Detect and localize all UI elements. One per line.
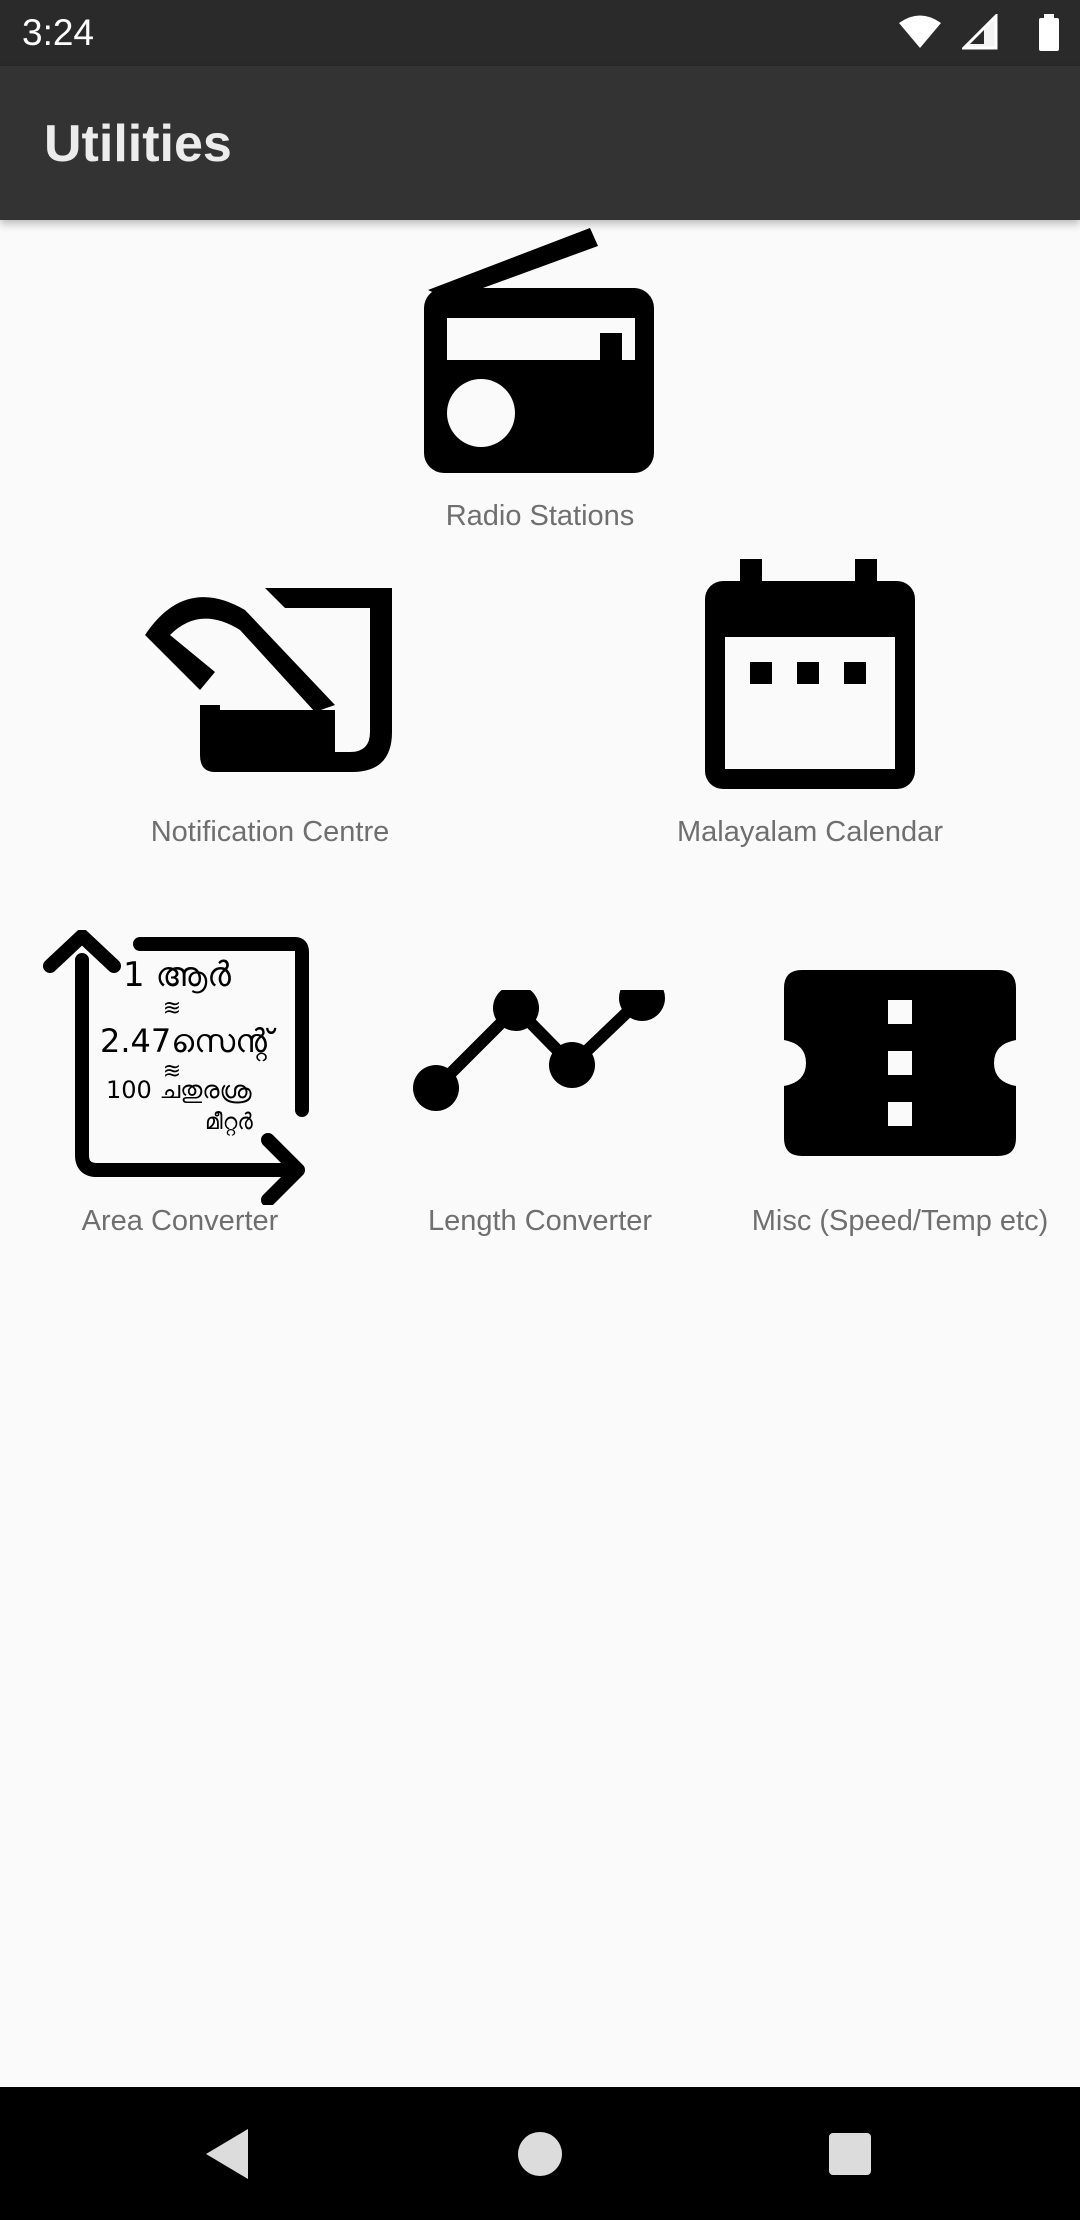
line-chart-icon [413,990,665,1111]
tile-label: Malayalam Calendar [677,816,943,848]
radio-icon [424,228,654,473]
area-line-3: 100 ചതുരശ്ര [106,1076,252,1104]
tile-notification-centre[interactable]: Notification Centre [120,570,420,860]
wifi-icon [899,15,941,48]
tile-malayalam-calendar[interactable]: Malayalam Calendar [660,555,960,860]
tile-label: Length Converter [427,1205,653,1237]
home-icon[interactable] [509,2123,571,2185]
navigation-bar [0,2087,1080,2220]
tile-radio-stations[interactable]: Radio Stations [400,228,680,538]
back-icon[interactable] [196,2123,258,2185]
tile-length-converter[interactable]: Length Converter [400,980,680,1240]
notification-centre-icon [145,588,392,772]
battery-icon [1039,14,1059,51]
area-converter-icon: 1 ആർ ≋ 2.47സെന്റ് ≋ 100 ചതുരശ്ര മീറ്റർ [43,930,309,1205]
area-line-4: മീറ്റർ [205,1110,253,1136]
tile-label: Notification Centre [150,816,390,848]
recents-icon[interactable] [819,2123,881,2185]
area-line-1: 1 ആർ [123,955,231,995]
tile-area-converter[interactable]: 1 ആർ ≋ 2.47സെന്റ് ≋ 100 ചതുരശ്ര മീറ്റർ A… [40,930,320,1240]
status-time: 3:24 [22,12,95,53]
tile-label: Radio Stations [445,500,635,532]
cell-signal-icon [962,14,998,50]
area-line-2: 2.47സെന്റ് [100,1022,277,1062]
area-approx-1: ≋ [163,996,181,1021]
tile-label: Misc (Speed/Temp etc) [751,1205,1049,1237]
app-title: Utilities [44,115,232,173]
tile-label: Area Converter [81,1205,279,1237]
calendar-icon [705,559,915,789]
status-bar: 3:24 [0,0,1080,66]
ticket-icon [784,970,1016,1156]
app-bar: Utilities [0,66,1080,220]
tile-misc[interactable]: Misc (Speed/Temp etc) [740,960,1060,1240]
